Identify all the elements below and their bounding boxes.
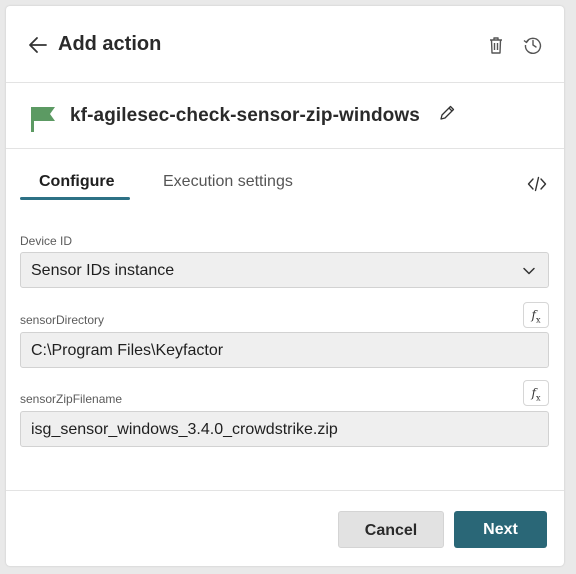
sensor-zip-filename-value: isg_sensor_windows_3.4.0_crowdstrike.zip — [31, 421, 338, 438]
action-name: kf-agilesec-check-sensor-zip-windows — [70, 105, 420, 126]
sensor-directory-value: C:\Program Files\Keyfactor — [31, 342, 224, 359]
panel-header: Add action — [6, 6, 564, 83]
device-id-value: Sensor IDs instance — [31, 262, 175, 279]
edit-pencil-icon[interactable] — [438, 104, 456, 122]
action-name-row: kf-agilesec-check-sensor-zip-windows — [6, 83, 564, 149]
device-id-select[interactable]: Sensor IDs instance — [20, 252, 549, 288]
add-action-panel: Add action kf-agilesec-check-sensor-zip-… — [6, 6, 564, 566]
cancel-button[interactable]: Cancel — [338, 511, 444, 548]
code-view-icon[interactable] — [526, 173, 548, 195]
sensor-zip-filename-label: sensorZipFilename — [20, 392, 123, 406]
flag-icon — [30, 105, 56, 133]
tab-configure[interactable]: Configure — [39, 173, 115, 191]
page-title: Add action — [58, 33, 162, 55]
sensor-directory-input[interactable]: C:\Program Files\Keyfactor — [20, 332, 549, 368]
fx-function-button[interactable]: fx — [523, 380, 549, 406]
device-id-label: Device ID — [20, 234, 73, 248]
tab-bar: Configure Execution settings — [6, 149, 564, 201]
next-button[interactable]: Next — [454, 511, 547, 548]
back-arrow-icon[interactable] — [26, 33, 50, 57]
history-icon[interactable] — [522, 34, 544, 56]
trash-icon[interactable] — [485, 34, 507, 56]
active-tab-indicator — [20, 197, 130, 200]
fx-function-button[interactable]: fx — [523, 302, 549, 328]
chevron-down-icon — [521, 263, 537, 279]
tab-execution-settings[interactable]: Execution settings — [163, 173, 293, 191]
sensor-zip-filename-input[interactable]: isg_sensor_windows_3.4.0_crowdstrike.zip — [20, 411, 549, 447]
panel-footer: Cancel Next — [6, 490, 564, 567]
sensor-directory-label: sensorDirectory — [20, 313, 105, 327]
